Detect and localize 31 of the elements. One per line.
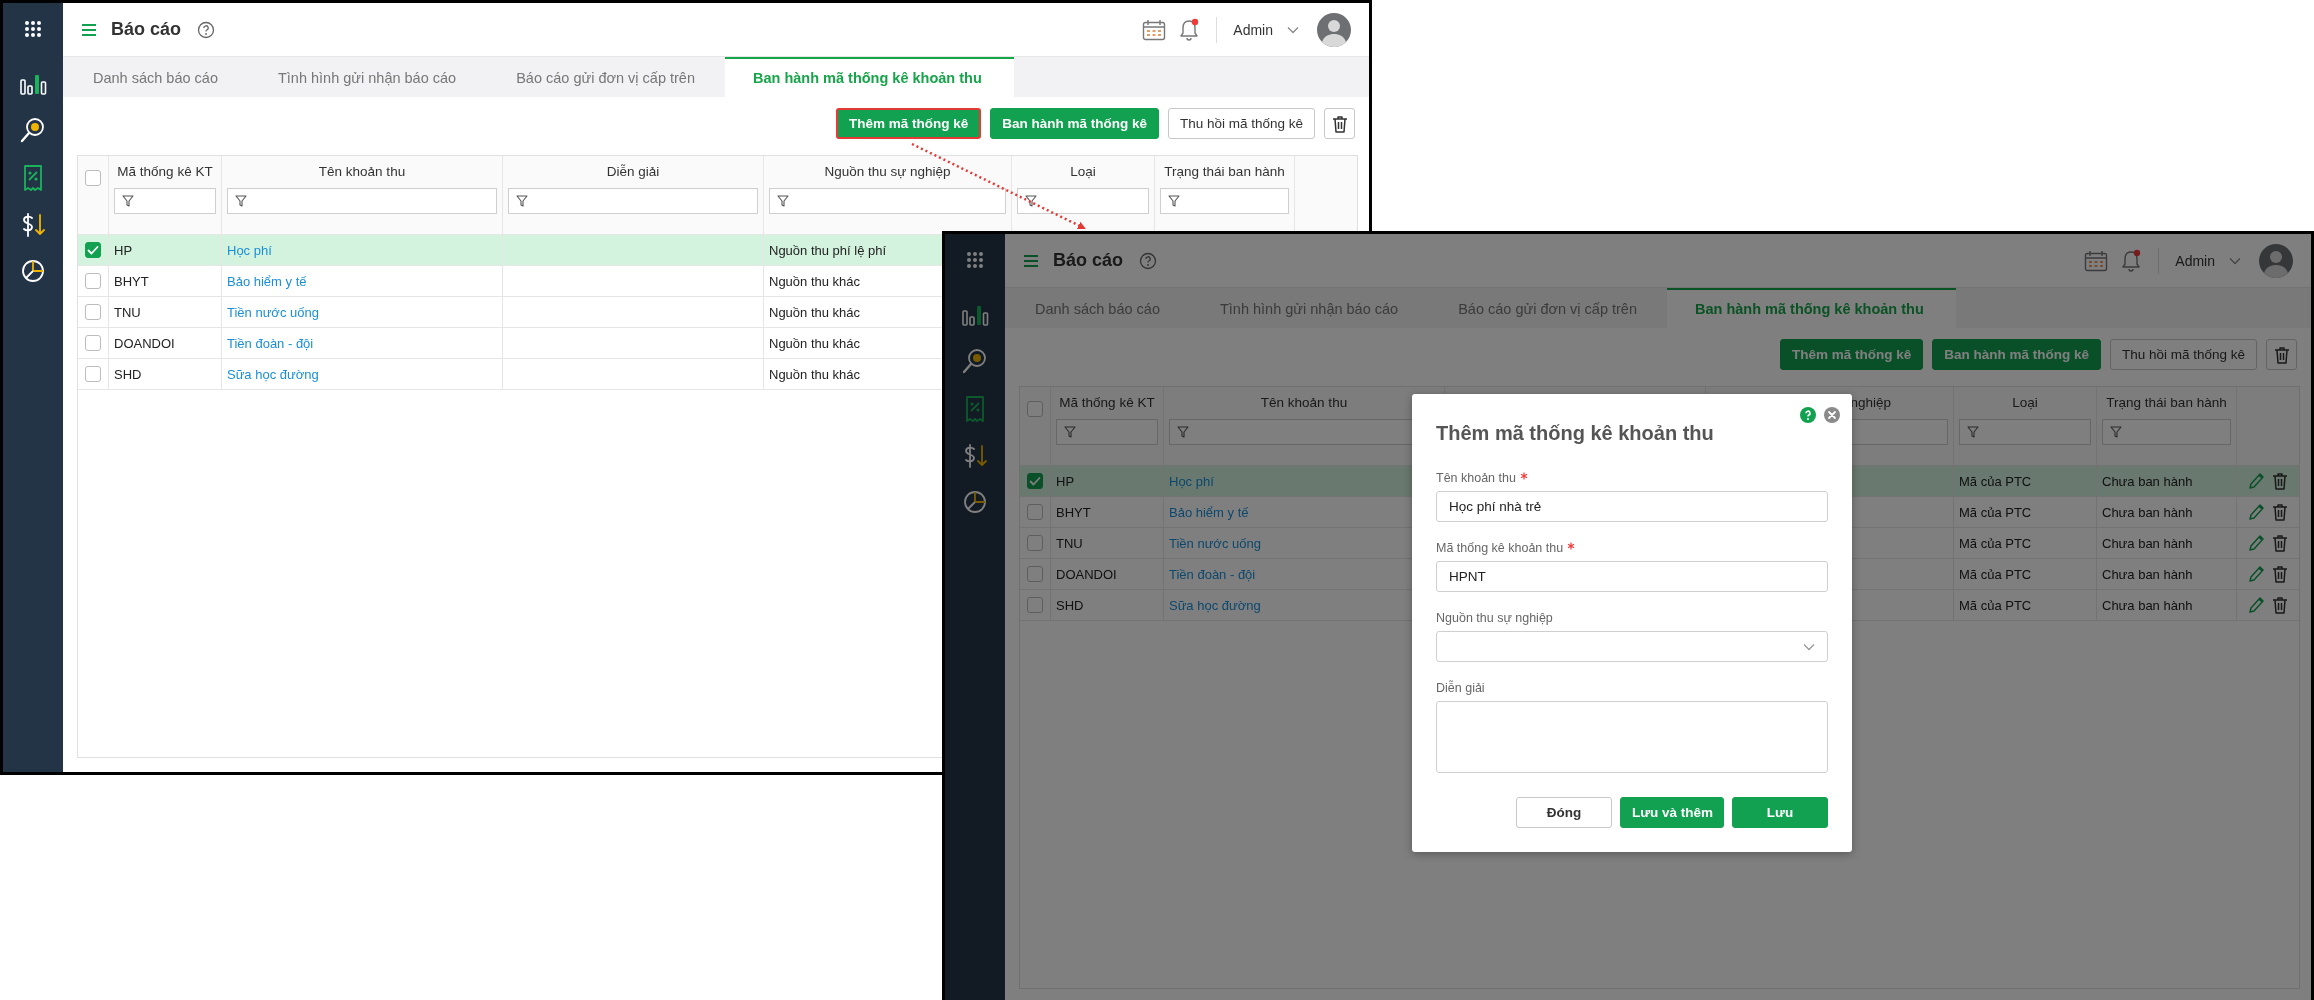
table-cell: Mã của PTC (1959, 504, 2032, 520)
table-cell: Nguồn thu khác (769, 304, 861, 320)
table-cell: Mã của PTC (1959, 566, 2032, 582)
table-cell: Nguồn thu phí lệ phí (769, 242, 887, 258)
field-label: Nguồn thu sự nghiệp (1436, 611, 1553, 625)
table-cell: HP (1056, 473, 1075, 489)
field-label: Tên khoản thu (1436, 471, 1516, 485)
table-cell: Nguồn thu khác (769, 366, 861, 382)
table-cell: HP (114, 242, 133, 258)
table-cell: DOANDOI (1056, 566, 1117, 582)
table-cell: BHYT (114, 273, 149, 289)
table-cell: SHD (1056, 597, 1084, 613)
dialog-title: Thêm mã thống kê khoản thu (1436, 421, 1715, 446)
table-cell: Chưa ban hành (2102, 535, 2193, 551)
table-cell: Nguồn thu khác (769, 273, 861, 289)
table-cell: Mã của PTC (1959, 473, 2032, 489)
table-cell: DOANDOI (114, 335, 175, 351)
table-cell: Chưa ban hành (2102, 504, 2193, 520)
table-cell: Chưa ban hành (2102, 597, 2193, 613)
field-label: Diễn giải (1436, 681, 1485, 695)
page-title: Báo cáo (111, 19, 182, 40)
table-cell: TNU (114, 304, 141, 320)
table-cell: Mã của PTC (1959, 597, 2032, 613)
table-cell: Mã của PTC (1959, 535, 2032, 551)
table-cell: Chưa ban hành (2102, 473, 2193, 489)
field-label: Mã thống kê khoản thu (1436, 541, 1564, 555)
table-cell: Nguồn thu khác (769, 335, 861, 351)
table-cell: TNU (1056, 535, 1083, 551)
table-cell: Chưa ban hành (2102, 566, 2193, 582)
table-cell: SHD (114, 366, 142, 382)
table-cell: BHYT (1056, 504, 1091, 520)
